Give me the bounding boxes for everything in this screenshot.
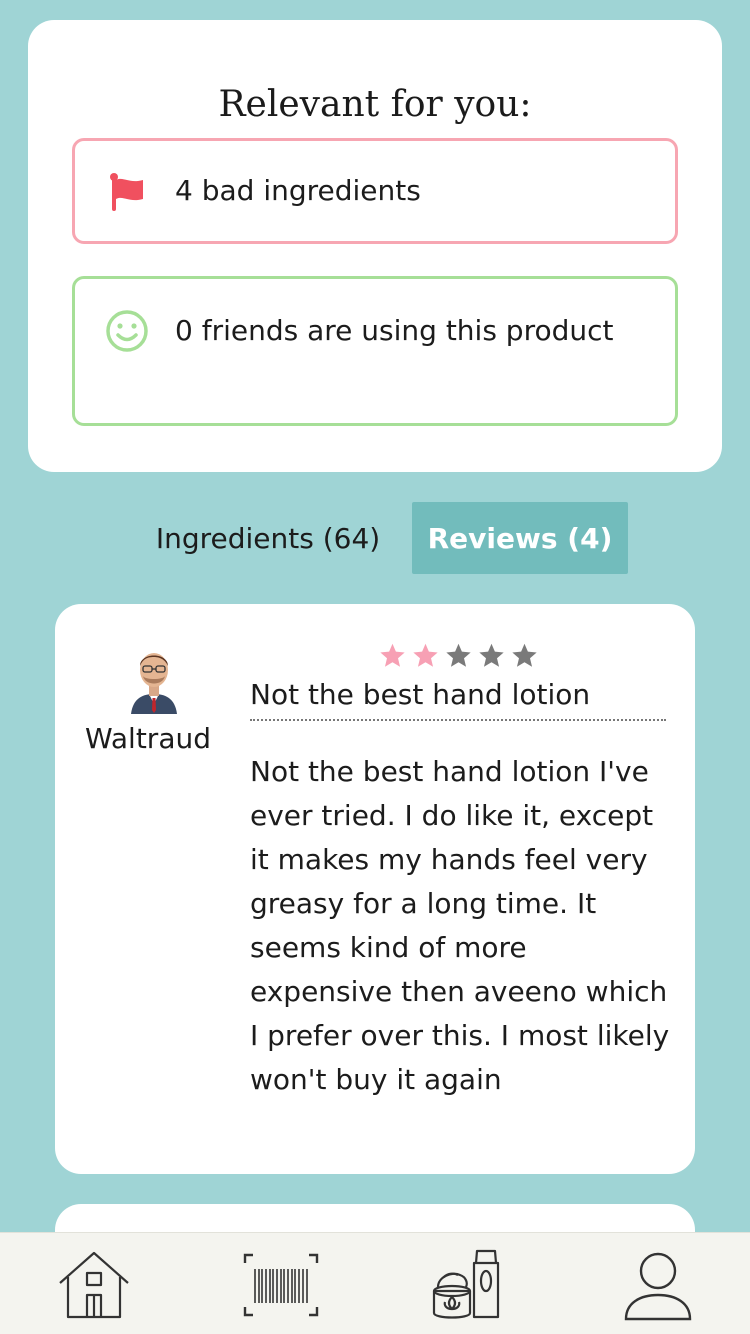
reviewer-name: Waltraud bbox=[85, 722, 211, 755]
star-filled-icon bbox=[380, 643, 405, 667]
star-empty-icon bbox=[479, 643, 504, 667]
smiley-icon bbox=[106, 310, 148, 352]
friends-using-text: 0 friends are using this product bbox=[175, 314, 614, 347]
relevant-title: Relevant for you: bbox=[218, 84, 532, 125]
review-title: Not the best hand lotion bbox=[250, 678, 666, 721]
products-icon bbox=[432, 1249, 500, 1319]
star-empty-icon bbox=[512, 643, 537, 667]
bad-ingredients-text: 4 bad ingredients bbox=[175, 174, 421, 207]
review-card: Waltraud Not the best hand lotion Not th… bbox=[55, 604, 695, 1174]
friends-using-alert[interactable]: 0 friends are using this product bbox=[72, 276, 678, 426]
user-icon bbox=[624, 1252, 692, 1321]
tab-reviews[interactable]: Reviews (4) bbox=[412, 502, 628, 574]
avatar bbox=[131, 653, 177, 714]
bad-ingredients-alert[interactable]: 4 bad ingredients bbox=[72, 138, 678, 244]
tab-ingredients[interactable]: Ingredients (64) bbox=[140, 502, 396, 574]
review-body: Not the best hand lotion I've ever tried… bbox=[250, 755, 670, 1096]
bottom-nav bbox=[0, 1232, 750, 1334]
star-filled-icon bbox=[413, 643, 438, 667]
nav-profile[interactable] bbox=[620, 1247, 696, 1323]
star-rating bbox=[379, 642, 538, 669]
star-empty-icon bbox=[446, 643, 471, 667]
flag-icon bbox=[110, 173, 143, 211]
barcode-scan-icon bbox=[243, 1253, 319, 1317]
nav-home[interactable] bbox=[56, 1247, 132, 1323]
relevant-card: Relevant for you: 4 bad ingredients 0 fr… bbox=[28, 20, 722, 472]
nav-scan[interactable] bbox=[243, 1247, 319, 1323]
tab-bar: Ingredients (64) Reviews (4) bbox=[0, 502, 750, 574]
nav-products[interactable] bbox=[428, 1247, 504, 1323]
home-icon bbox=[59, 1251, 129, 1319]
